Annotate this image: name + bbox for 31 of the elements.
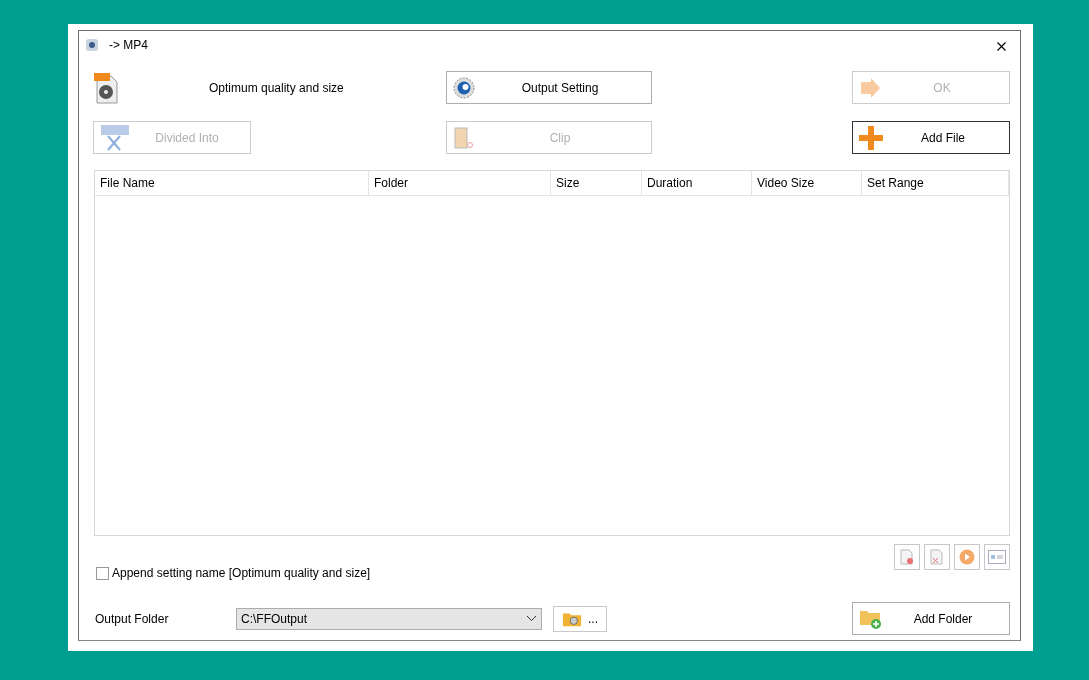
play-button[interactable] [954, 544, 980, 570]
column-header[interactable]: Set Range [862, 171, 1009, 195]
plus-icon [859, 125, 883, 150]
append-label: Append setting name [Optimum quality and size] [112, 566, 371, 580]
column-header[interactable]: File Name [95, 171, 369, 195]
column-header[interactable]: Video Size [752, 171, 862, 195]
window-title: -> MP4 [109, 38, 149, 52]
file-cross-icon [930, 549, 944, 565]
append-checkbox[interactable] [96, 566, 109, 580]
chevron-icon [526, 615, 537, 622]
profile-label: Optimum quality and size [209, 80, 344, 95]
play-icon [959, 549, 975, 565]
output-folder-dropdown[interactable]: C:\FFOutput [236, 607, 542, 630]
close-icon [997, 41, 1006, 51]
window-icon [988, 550, 1006, 564]
gear-icon [453, 76, 475, 99]
info-button[interactable] [984, 544, 1010, 570]
remove-button[interactable] [894, 544, 920, 570]
column-header[interactable]: Folder [369, 171, 551, 195]
file-minus-icon [900, 549, 914, 565]
video-file-icon [93, 71, 119, 104]
browse-button[interactable]: ... [553, 605, 607, 632]
arrow-icon [859, 77, 881, 98]
column-header[interactable]: Duration [642, 171, 752, 195]
output-folder-label: Output Folder [95, 611, 170, 626]
output-setting-button[interactable]: Output Setting [446, 71, 652, 104]
add-file-button[interactable]: Add File [852, 121, 1010, 154]
column-header[interactable]: Size [551, 171, 642, 195]
clear-button[interactable] [924, 544, 950, 570]
add-folder-button[interactable]: Add Folder [852, 602, 1010, 635]
app-icon [85, 38, 99, 52]
